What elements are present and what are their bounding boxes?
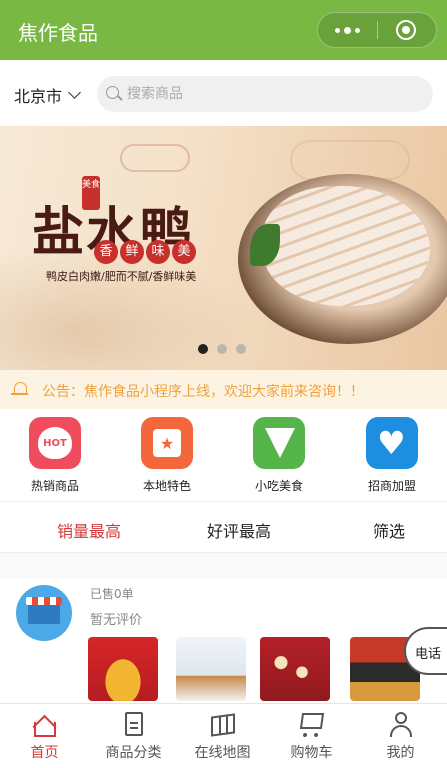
carousel-dot[interactable]: [236, 344, 246, 354]
hot-icon: HOT: [29, 417, 81, 469]
sort-bar: 销量最高 好评最高 筛选: [0, 501, 447, 553]
store-sold-count: 已售0单: [90, 587, 134, 601]
product-thumbnail[interactable]: [176, 637, 246, 701]
tab-cart[interactable]: 购物车: [267, 710, 356, 762]
seal-char: 鲜: [120, 240, 144, 264]
search-icon: [106, 86, 119, 99]
carousel-indicator: [198, 344, 246, 354]
tab-label: 购物车: [290, 745, 333, 761]
product-thumbnails: [88, 637, 420, 703]
banner-tagline: 鸭皮白肉嫩/肥而不腻/香鲜味美: [46, 270, 197, 283]
store-card[interactable]: 已售0单 暂无评价: [0, 579, 447, 704]
home-icon: [31, 710, 59, 739]
category-local-specialty[interactable]: ★ 本地特色: [127, 417, 207, 494]
category-label: 本地特色: [142, 479, 191, 493]
snack-icon: [253, 417, 305, 469]
category-grid: HOT 热销商品 ★ 本地特色 小吃美食 ♥ 招商加盟: [0, 409, 447, 501]
tab-label: 商品分类: [105, 745, 162, 761]
tab-profile[interactable]: 我的: [356, 710, 445, 762]
sort-by-sales[interactable]: 销量最高: [57, 518, 121, 542]
category-icon: [120, 710, 148, 738]
more-dots-icon: [335, 27, 340, 33]
handshake-heart-icon: ♥: [366, 417, 418, 469]
more-menu-button[interactable]: [318, 13, 377, 47]
local-specialty-icon: ★: [141, 417, 193, 469]
category-franchise[interactable]: ♥ 招商加盟: [352, 417, 432, 494]
seal-char: 味: [146, 240, 170, 264]
tab-map[interactable]: 在线地图: [178, 710, 267, 762]
store-rating: 暂无评价: [90, 613, 143, 628]
seal-char: 美: [172, 240, 196, 264]
search-row: 北京市: [0, 60, 447, 126]
city-label: 北京市: [14, 87, 63, 106]
mini-program-capsule: [317, 12, 437, 48]
city-selector[interactable]: 北京市: [14, 83, 81, 107]
category-label: 招商加盟: [367, 479, 416, 493]
salted-duck-image: [262, 186, 430, 306]
seal-char: 香: [94, 240, 118, 264]
category-snacks[interactable]: 小吃美食: [239, 417, 319, 494]
filter-button[interactable]: 筛选: [373, 518, 405, 542]
tab-label: 首页: [30, 745, 59, 761]
banner-stamp: 美食: [82, 176, 100, 210]
tab-home[interactable]: 首页: [0, 710, 89, 762]
tab-label: 在线地图: [194, 745, 251, 761]
store-logo: [16, 585, 72, 641]
announcement-bar[interactable]: 公告：焦作食品小程序上线，欢迎大家前来咨询！！: [0, 370, 447, 409]
category-hot[interactable]: HOT 热销商品: [15, 417, 95, 494]
category-label: 热销商品: [30, 479, 79, 493]
carousel-dot[interactable]: [217, 344, 227, 354]
banner-seals: 香 鲜 味 美: [94, 240, 196, 264]
carousel-dot-active[interactable]: [198, 344, 208, 354]
call-button[interactable]: 电话: [404, 627, 447, 675]
bell-icon: [11, 382, 28, 395]
tab-label: 我的: [386, 745, 415, 761]
announcement-text: 公告：焦作食品小程序上线，欢迎大家前来咨询！！: [42, 384, 364, 400]
sort-by-rating[interactable]: 好评最高: [207, 518, 271, 542]
tab-categories[interactable]: 商品分类: [89, 710, 178, 762]
map-icon: [209, 710, 237, 738]
product-thumbnail[interactable]: [260, 637, 330, 701]
section-spacer: [0, 553, 447, 579]
user-icon: [387, 710, 415, 738]
call-label: 电话: [415, 647, 442, 662]
cart-icon: [298, 710, 326, 738]
category-label: 小吃美食: [254, 479, 303, 493]
product-thumbnail[interactable]: [88, 637, 158, 701]
promo-banner[interactable]: 盐水鸭 美食 香 鲜 味 美 鸭皮白肉嫩/肥而不腻/香鲜味美: [0, 126, 447, 370]
capsule-divider: [377, 21, 378, 39]
search-box[interactable]: [97, 76, 433, 112]
close-mini-program-icon[interactable]: [396, 20, 416, 40]
search-input[interactable]: [127, 83, 417, 105]
app-title: 焦作食品: [18, 21, 98, 45]
cloud-decoration: [120, 144, 190, 172]
chevron-down-icon: [68, 86, 81, 99]
bottom-tab-bar: 首页 商品分类 在线地图 购物车 我的: [0, 703, 447, 768]
app-header: 焦作食品: [0, 0, 447, 60]
